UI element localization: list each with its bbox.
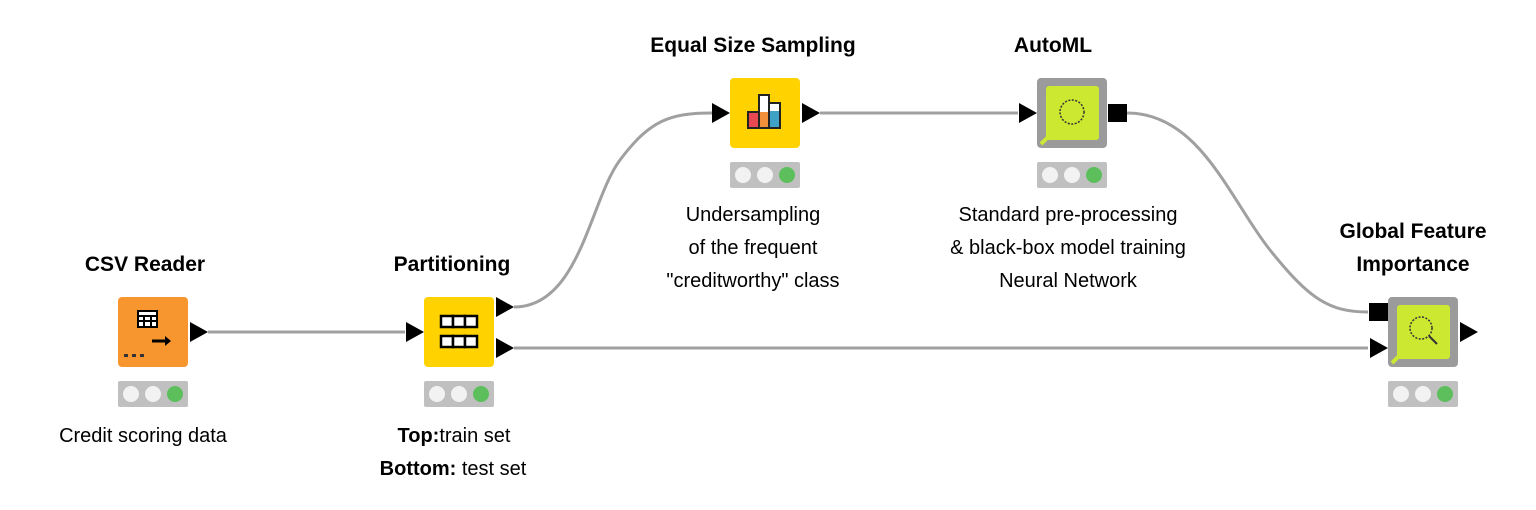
node-status-partitioning	[424, 381, 494, 407]
annotation-line: & black-box model training	[950, 237, 1186, 259]
annotation-bold: Top:	[397, 425, 440, 447]
partition-icon	[439, 314, 479, 349]
port-partitioning-out-top	[496, 297, 514, 317]
node-title-automl: AutoML	[1013, 34, 1093, 57]
port-csv-out	[190, 322, 208, 342]
node-status-automl	[1037, 162, 1107, 188]
table-read-icon	[124, 310, 171, 357]
node-automl[interactable]	[1037, 78, 1107, 148]
annotation-text: test set	[456, 458, 527, 480]
node-global-feature-importance[interactable]	[1388, 297, 1458, 367]
port-partitioning-out-bottom	[496, 338, 514, 358]
annotation-line: Standard pre-processing	[958, 204, 1178, 226]
node-status-csv-reader	[118, 381, 188, 407]
annotation-text: train set	[439, 425, 511, 447]
node-status-equal-size-sampling	[730, 162, 800, 188]
node-partitioning[interactable]	[424, 297, 494, 367]
loop-icon	[1039, 86, 1099, 146]
node-csv-reader[interactable]	[118, 297, 188, 367]
port-gfi-data-in	[1370, 338, 1388, 358]
node-title-global-feature-importance: Global Feature Importance	[1263, 215, 1536, 281]
port-automl-model-out	[1108, 104, 1127, 122]
port-gfi-out	[1460, 322, 1478, 342]
port-gfi-model-in	[1369, 303, 1388, 321]
node-annotation-equal-size-sampling: Undersampling of the frequent "creditwor…	[573, 199, 933, 298]
node-title-partitioning: Partitioning	[393, 253, 511, 276]
port-automl-in	[1019, 103, 1037, 123]
port-sampling-in	[712, 103, 730, 123]
annotation-line: Undersampling	[685, 204, 821, 226]
title-line: Global Feature	[1339, 220, 1487, 243]
node-equal-size-sampling[interactable]	[730, 78, 800, 148]
port-partitioning-in	[406, 322, 424, 342]
node-title-csv-reader: CSV Reader	[84, 253, 206, 276]
node-annotation-partitioning: Top:train set Bottom: test set	[274, 420, 634, 486]
annotation-bold: Bottom:	[379, 458, 457, 480]
annotation-line: of the frequent	[688, 237, 818, 259]
node-title-equal-size-sampling: Equal Size Sampling	[650, 34, 856, 57]
node-status-global-feature-importance	[1388, 381, 1458, 407]
title-line: Importance	[1356, 253, 1470, 276]
bar-chart-icon	[747, 94, 781, 129]
node-annotation-automl: Standard pre-processing & black-box mode…	[888, 199, 1248, 298]
port-sampling-out	[802, 103, 820, 123]
annotation-line: Neural Network	[999, 270, 1137, 292]
annotation-line: "creditworthy" class	[666, 270, 840, 292]
magnifier-icon	[1390, 305, 1450, 365]
